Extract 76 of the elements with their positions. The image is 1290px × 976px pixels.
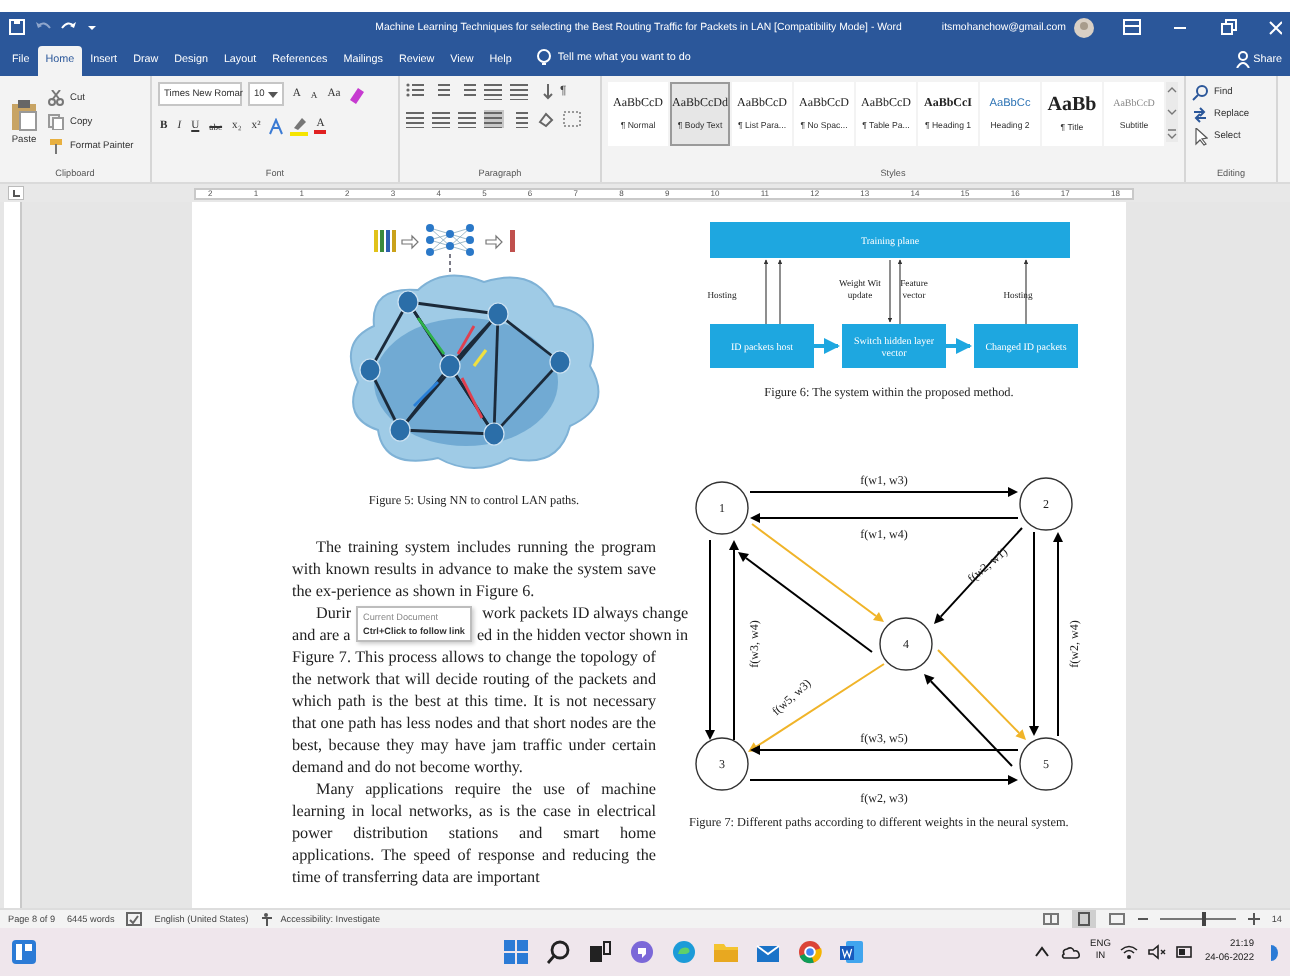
clipboard-icon (10, 98, 38, 132)
numbering-icon[interactable] (432, 82, 452, 100)
body-text: ed in the hidden vector shown in (476, 624, 689, 646)
graph-node (694, 481, 748, 535)
text-effects-icon[interactable] (268, 117, 285, 135)
graph-node (878, 617, 932, 671)
chat-icon[interactable] (629, 940, 654, 964)
graph-node (694, 737, 748, 791)
bullets-icon[interactable] (406, 82, 426, 100)
decrease-indent-icon[interactable] (484, 82, 504, 100)
speaker-icon[interactable] (1148, 944, 1167, 960)
diagram-box (973, 324, 1077, 368)
save-icon[interactable] (8, 18, 26, 36)
close-icon[interactable] (1266, 18, 1282, 36)
line-spacing-icon[interactable] (510, 110, 530, 128)
chrome-icon[interactable] (797, 940, 822, 964)
increase-indent-icon[interactable] (510, 82, 530, 100)
body-paragraph: Figure 7. This process allows to change the topology of the network that will decide routing of the packets and which path is the best at this time. It is not necessary that one path has less nodes and that short nodes are the best, because they may have jam traffic under certain demand and do not become worthy. (292, 646, 656, 778)
search-icon (1192, 84, 1208, 102)
wifi-icon[interactable] (1120, 944, 1139, 960)
align-right-icon[interactable] (458, 110, 478, 128)
scroll-arrows-icon[interactable] (1166, 82, 1178, 142)
replace-icon (1192, 106, 1208, 124)
borders-icon[interactable] (562, 110, 582, 128)
graph-node (1018, 477, 1072, 531)
print-layout-icon[interactable] (1071, 910, 1096, 928)
eraser-icon[interactable] (348, 85, 365, 103)
body-text: Durir (314, 602, 352, 624)
widgets-icon[interactable] (12, 940, 36, 964)
arrow (813, 338, 839, 354)
arrow (933, 527, 1022, 624)
arrow (936, 649, 1025, 740)
body-text: work packets ID always change (480, 602, 689, 624)
scissors-icon (48, 90, 64, 106)
align-left-icon[interactable] (406, 110, 426, 128)
cloud-icon[interactable] (1060, 944, 1081, 960)
body-paragraph: The training system includes running the program with known results in advance to make the system save the ex-perience as shown in Figure 6. (292, 536, 656, 602)
caret-icon (268, 86, 279, 102)
avatar-icon[interactable] (1074, 17, 1094, 37)
multilevel-list-icon[interactable] (458, 82, 478, 100)
battery-icon[interactable] (1176, 944, 1195, 960)
graph-node (1018, 737, 1072, 791)
zoom-in-icon[interactable] (1247, 912, 1260, 926)
arrow (886, 259, 892, 323)
arrow (945, 338, 971, 354)
word-app-icon[interactable] (839, 940, 864, 964)
shading-icon[interactable] (536, 110, 556, 128)
task-view-icon[interactable] (587, 940, 612, 964)
diagram-box (841, 324, 945, 368)
zoom-out-icon[interactable] (1137, 912, 1148, 926)
copy-icon (48, 114, 64, 130)
body-text: and are a (292, 624, 352, 646)
chevron-up-icon[interactable] (1034, 944, 1051, 960)
restore-icon[interactable] (1218, 18, 1238, 36)
accessibility-icon (260, 912, 277, 926)
arrow (762, 259, 768, 325)
highlighter-icon[interactable] (290, 116, 309, 136)
mail-icon[interactable] (755, 940, 780, 964)
paintbrush-icon (48, 138, 64, 154)
proofing-icon[interactable] (126, 912, 143, 926)
cursor-icon (1192, 128, 1208, 146)
tab-selector-icon[interactable] (8, 186, 24, 200)
justify-icon[interactable] (484, 110, 504, 128)
search-icon[interactable] (545, 940, 570, 964)
lightbulb-icon (535, 48, 552, 68)
person-icon (1235, 50, 1250, 68)
diagram-box (709, 324, 813, 368)
body-paragraph: Many applications require the use of machine learning in local networks, as is the case in electrical power distribution stations and smart home applications. The speed of response and reducing the time of transferring data are important (292, 778, 656, 888)
arrow (776, 259, 782, 325)
read-mode-icon[interactable] (1041, 912, 1060, 926)
ribbon-display-icon[interactable] (1122, 18, 1142, 36)
align-center-icon[interactable] (432, 110, 452, 128)
arrow (896, 259, 902, 325)
browser-icon[interactable] (671, 940, 696, 964)
web-layout-icon[interactable] (1107, 912, 1126, 926)
windows-start-icon[interactable] (503, 940, 528, 964)
